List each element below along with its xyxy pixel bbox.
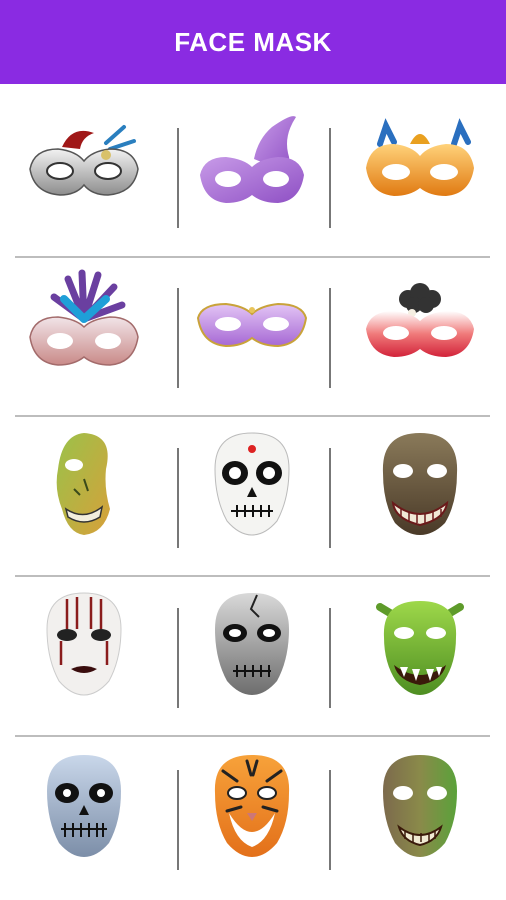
mask-item[interactable]	[336, 726, 504, 886]
white-slashed-face-mask-icon	[46, 592, 122, 696]
mask-item[interactable]	[336, 404, 504, 564]
green-zombie-half-face-mask-icon	[56, 433, 110, 535]
mask-row	[0, 244, 506, 404]
mask-item[interactable]	[168, 84, 336, 244]
tiger-face-mask-icon	[214, 755, 290, 857]
green-goblin-mask-icon	[376, 601, 464, 695]
purple-glitter-masquerade-mask-icon	[200, 116, 304, 203]
grid-divider	[177, 288, 179, 388]
sugar-skull-mask-icon	[214, 432, 290, 536]
grid-divider	[329, 128, 331, 228]
mask-item[interactable]	[168, 404, 336, 564]
grid-divider	[329, 770, 331, 870]
mask-item[interactable]	[168, 726, 336, 886]
page-title: FACE MASK	[174, 26, 332, 57]
silver-masquerade-mask-icon	[29, 125, 139, 196]
grid-divider	[329, 448, 331, 548]
gold-orange-masquerade-mask-icon	[366, 118, 474, 196]
rotting-zombie-face-mask-icon	[383, 755, 457, 857]
feathered-pink-masquerade-mask-icon	[29, 269, 139, 366]
mask-grid	[0, 84, 506, 900]
mask-item[interactable]	[168, 244, 336, 404]
mask-item[interactable]	[0, 726, 168, 886]
mask-item[interactable]	[336, 84, 504, 244]
grid-divider	[329, 288, 331, 388]
red-feather-masquerade-mask-icon	[366, 283, 474, 357]
grid-divider	[329, 608, 331, 708]
mask-row	[0, 726, 506, 886]
grid-divider	[177, 608, 179, 708]
mask-item[interactable]	[336, 244, 504, 404]
grid-divider	[177, 770, 179, 870]
grid-divider	[177, 128, 179, 228]
app-bar: FACE MASK	[0, 0, 506, 84]
lilac-gold-masquerade-mask-icon	[196, 302, 308, 348]
blue-skull-mask-icon	[47, 755, 121, 857]
mask-item[interactable]	[336, 564, 504, 724]
grinning-monster-mask-icon	[382, 433, 458, 535]
mask-item[interactable]	[0, 84, 168, 244]
mask-row	[0, 404, 506, 564]
mask-row	[0, 84, 506, 244]
mask-item[interactable]	[0, 564, 168, 724]
mask-item[interactable]	[168, 564, 336, 724]
cracked-skull-face-mask-icon	[215, 593, 289, 695]
mask-item[interactable]	[0, 404, 168, 564]
grid-divider	[177, 448, 179, 548]
mask-item[interactable]	[0, 244, 168, 404]
mask-row	[0, 564, 506, 724]
